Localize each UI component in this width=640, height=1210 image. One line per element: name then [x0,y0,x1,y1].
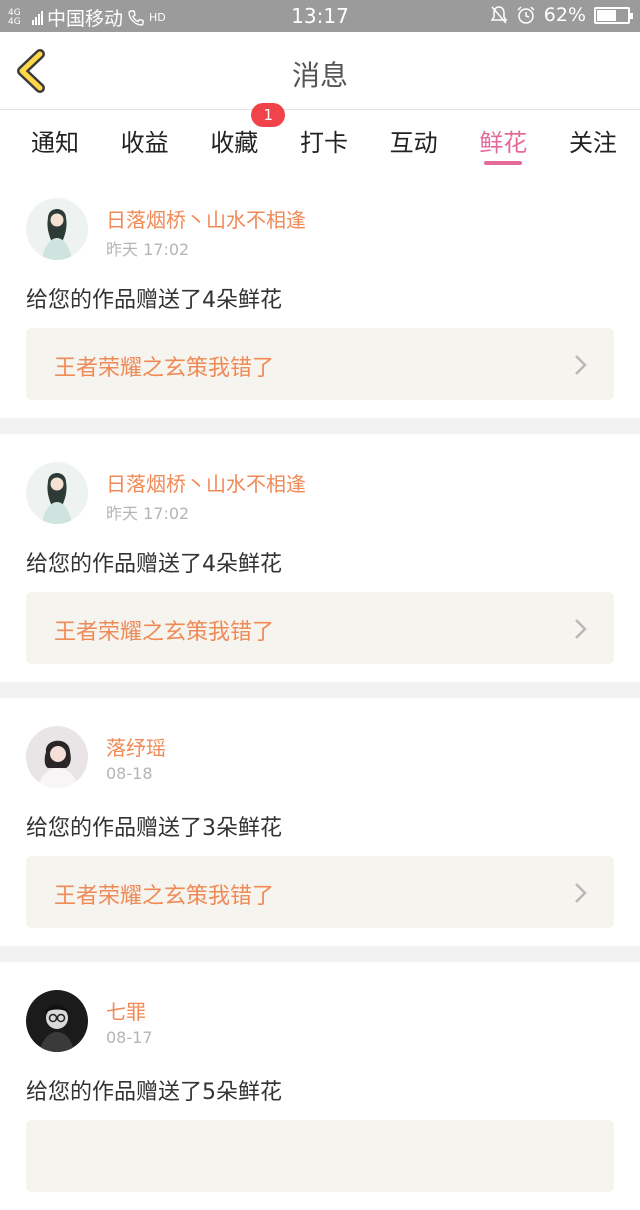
work-link[interactable]: 王者荣耀之玄策我错了 [26,592,614,664]
battery-percent: 62% [543,4,586,26]
timestamp: 昨天 17:02 [106,504,190,523]
status-bar: 4G 4G 中国移动 HD 13:17 62% [0,0,640,32]
tab-notifications[interactable]: 通知 [26,111,84,167]
dark-portrait-avatar[interactable] [26,990,88,1052]
message-list: 日落烟桥丶山水不相逢 昨天 17:02 给您的作品赠送了4朵鲜花 王者荣耀之玄策… [0,170,640,1210]
username[interactable]: 落纾瑶 [106,732,166,761]
tab-flowers[interactable]: 鲜花 [474,111,532,167]
ink-painting-girl-avatar[interactable] [26,462,88,524]
tab-earnings[interactable]: 收益 [116,111,174,167]
message-text: 给您的作品赠送了4朵鲜花 [26,288,282,313]
work-link[interactable]: 王者荣耀之玄策我错了 [26,856,614,928]
username[interactable]: 七罪 [106,996,146,1025]
tab-label: 打卡 [299,129,348,157]
battery-fill [597,9,616,21]
tab-label: 鲜花 [479,129,528,157]
list-item: 日落烟桥丶山水不相逢 昨天 17:02 给您的作品赠送了4朵鲜花 王者荣耀之玄策… [0,170,640,418]
chevron-right-icon [575,883,587,903]
list-item: 七罪 08-17 给您的作品赠送了5朵鲜花 [0,962,640,1210]
tab-following[interactable]: 关注 [564,111,622,167]
list-item: 日落烟桥丶山水不相逢 昨天 17:02 给您的作品赠送了4朵鲜花 王者荣耀之玄策… [0,434,640,682]
timestamp: 昨天 17:02 [106,240,190,259]
divider [0,418,640,434]
work-title: 王者荣耀之玄策我错了 [54,620,275,645]
work-title: 王者荣耀之玄策我错了 [54,356,275,381]
chevron-right-icon [575,355,587,375]
message-text: 给您的作品赠送了5朵鲜花 [26,1080,282,1105]
tab-label: 关注 [568,129,617,157]
chevron-right-icon [575,619,587,639]
tab-checkin[interactable]: 打卡 [295,111,353,167]
active-tab-indicator [484,161,523,165]
work-link[interactable] [26,1120,614,1192]
alarm-icon [517,6,535,24]
tab-label: 收藏 [210,129,259,157]
work-title: 王者荣耀之玄策我错了 [54,884,275,909]
list-item: 落纾瑶 08-18 给您的作品赠送了3朵鲜花 王者荣耀之玄策我错了 [0,698,640,946]
tab-label: 互动 [389,129,438,157]
tab-label: 收益 [120,129,169,157]
girl-photo-avatar[interactable] [26,726,88,788]
tab-interaction[interactable]: 互动 [385,111,443,167]
timestamp: 08-17 [106,1028,153,1047]
nav-bar: 消息 [0,32,640,110]
message-text: 给您的作品赠送了3朵鲜花 [26,816,282,841]
battery-icon [594,6,633,24]
tab-favorites[interactable]: 收藏 1 [205,103,286,167]
unread-badge: 1 [251,103,286,127]
message-text: 给您的作品赠送了4朵鲜花 [26,552,282,577]
tab-label: 通知 [31,129,79,157]
page-title: 消息 [291,59,348,92]
status-right: 62% [490,4,633,26]
silent-bell-icon [490,6,508,24]
work-link[interactable]: 王者荣耀之玄策我错了 [26,328,614,400]
divider [0,946,640,962]
ink-painting-girl-avatar[interactable] [26,198,88,260]
timestamp: 08-18 [106,764,153,783]
tab-bar: 通知 收益 收藏 1 打卡 互动 鲜花 关注 [0,103,640,167]
username[interactable]: 日落烟桥丶山水不相逢 [106,204,306,233]
divider [0,682,640,698]
username[interactable]: 日落烟桥丶山水不相逢 [106,468,306,497]
